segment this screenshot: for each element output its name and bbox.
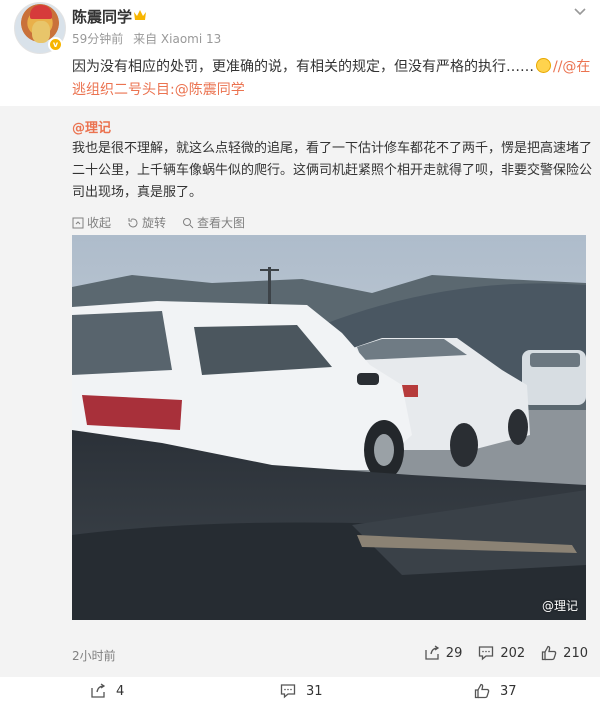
author-name[interactable]: 陈震同学: [72, 6, 132, 27]
thumbs-up-icon: [474, 683, 490, 699]
traffic-photo[interactable]: @理记: [72, 235, 586, 620]
zoom-icon: [183, 217, 194, 228]
post-text: 因为没有相应的处罚，更准确的说，有相关的规定，但没有严格的执行……//@在逃组织…: [72, 56, 592, 102]
post-source: 来自 Xiaomi 13: [133, 32, 222, 46]
thumbs-up-icon: [542, 645, 557, 661]
repost-icon: [91, 683, 106, 698]
comment-icon: [280, 684, 296, 699]
verified-badge-icon: v: [48, 37, 63, 52]
retweet-card: @理记 我也是很不理解，就这么点轻微的追尾，看了一下估计修车都花不了两千，愣是把…: [0, 106, 600, 677]
retweet-author[interactable]: @理记: [72, 117, 111, 136]
photo-watermark: @理记: [541, 599, 578, 613]
rotate-icon: [128, 217, 138, 227]
collapse-icon: [72, 217, 84, 228]
image-toolbar: 收起 旋转 查看大图: [72, 214, 245, 231]
post-time[interactable]: 59分钟前: [72, 32, 123, 46]
smile-emoji-icon: [536, 58, 551, 73]
post-meta: 59分钟前 来自 Xiaomi 13: [72, 30, 227, 47]
retweet-footer: 2小时前 29 202 210: [72, 645, 592, 665]
comment-button[interactable]: 31: [280, 683, 323, 699]
post-body: 因为没有相应的处罚，更准确的说，有相关的规定，但没有严格的执行……: [72, 59, 534, 75]
collect-button[interactable]: 收起: [72, 214, 111, 231]
retweet-like-button[interactable]: 210: [541, 645, 588, 661]
retweet-repost-button[interactable]: 29: [424, 645, 462, 661]
comment-icon: [479, 646, 494, 661]
retweet-comment-button[interactable]: 202: [478, 645, 525, 661]
repost-button[interactable]: 4: [90, 683, 124, 699]
crown-icon: [134, 10, 146, 20]
retweet-text: 我也是很不理解，就这么点轻微的追尾，看了一下估计修车都花不了两千，愣是把高速堵了…: [72, 141, 593, 200]
traffic-photo-illustration: [72, 235, 586, 620]
like-button[interactable]: 37: [474, 683, 517, 699]
rotate-button[interactable]: 旋转: [127, 214, 166, 231]
repost-icon: [425, 645, 439, 660]
chevron-down-icon[interactable]: [570, 4, 590, 20]
retweet-time[interactable]: 2小时前: [72, 647, 116, 664]
view-large-button[interactable]: 查看大图: [182, 214, 245, 231]
retweet-stats: 29 202 210: [424, 645, 588, 661]
post-actions: 4 31 37: [0, 683, 600, 709]
